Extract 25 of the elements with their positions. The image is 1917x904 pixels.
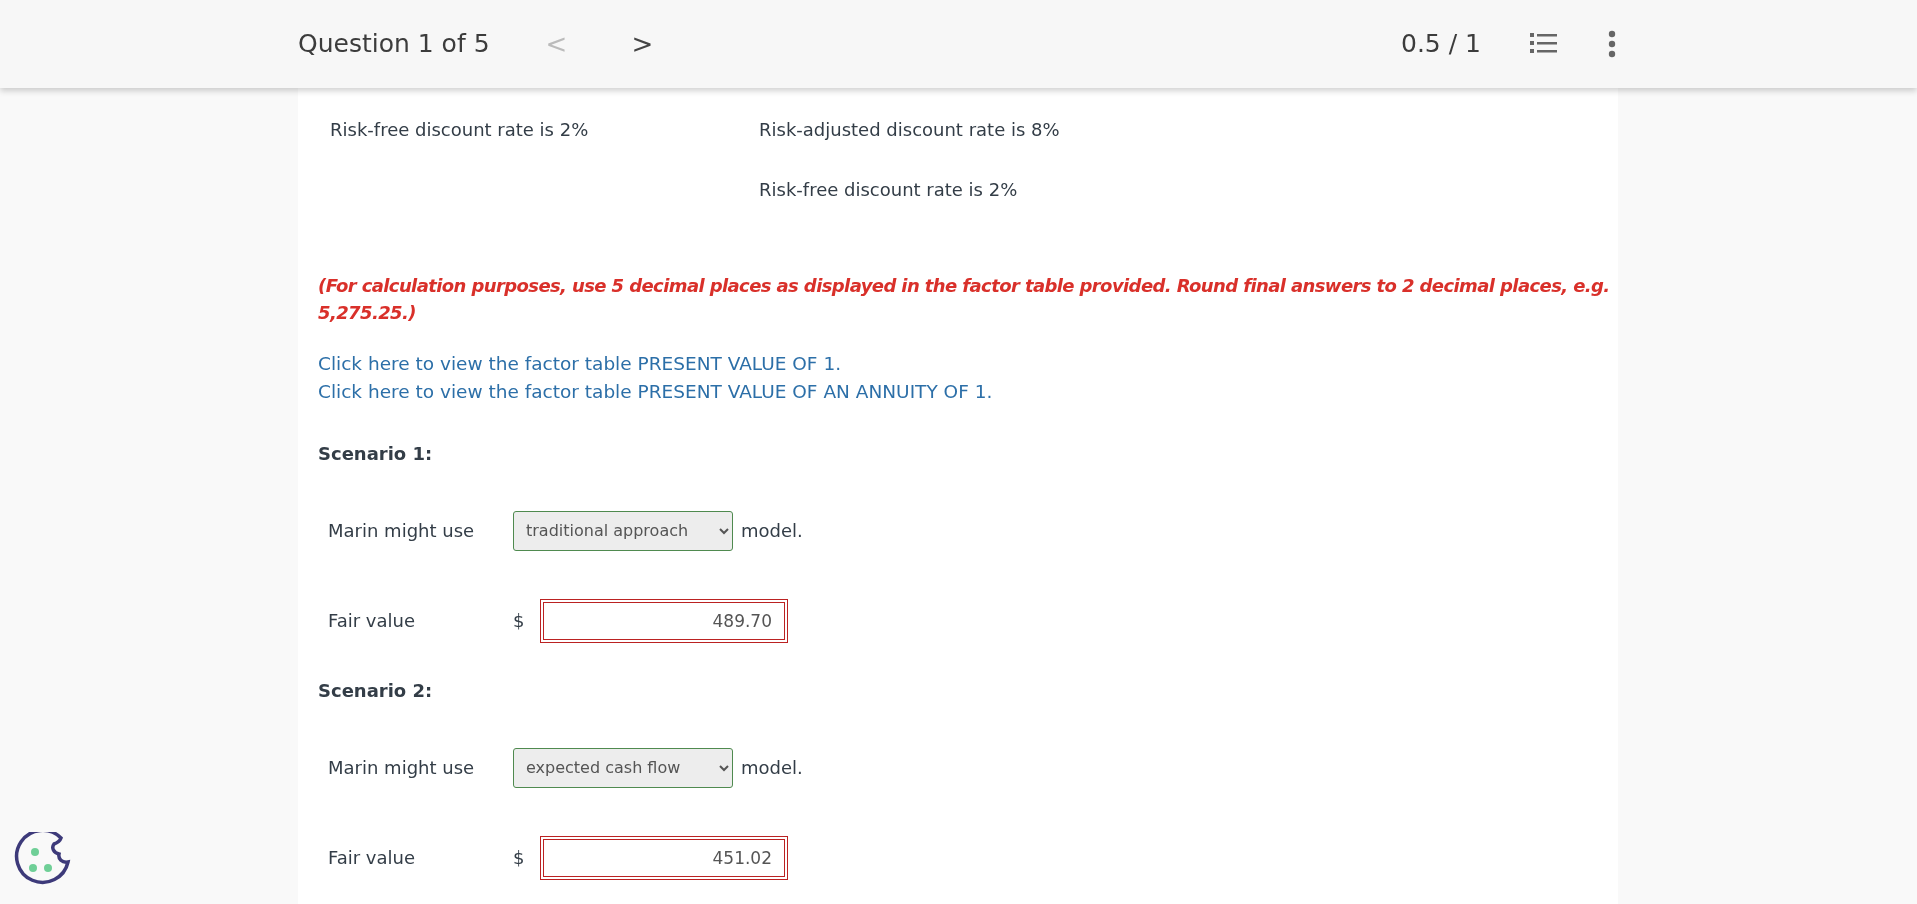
next-question-button[interactable]: > — [623, 31, 662, 57]
model-dropdown[interactable]: expected cash flow — [513, 747, 733, 788]
score-text: 0.5 / 1 — [1401, 28, 1481, 61]
field-label: Marin might use — [328, 756, 476, 780]
model-dropdown[interactable]: traditional approach — [513, 510, 733, 551]
factor-table-link[interactable]: Click here to view the factor table PRESENT VALUE OF AN ANNUITY OF 1. — [318, 377, 993, 406]
numbered-list-icon[interactable] — [1529, 32, 1559, 56]
currency-symbol: $ — [513, 846, 526, 870]
scenario-heading: Scenario 2: — [318, 678, 434, 703]
field-label: Fair value — [328, 609, 417, 633]
factor-table-link[interactable]: Click here to view the factor table PRESENT VALUE OF 1. — [318, 350, 842, 378]
instruction-note: (For calculation purposes, use 5 decimal places as displayed in the factor table provided. Round final answers to 2 decimal places, e.g. 5,275.25.) — [318, 274, 1611, 325]
fact-text: Risk-free discount rate is 2% — [330, 118, 590, 142]
fact-text: Risk-free discount rate is 2% — [759, 178, 1019, 202]
field-label: model. — [741, 519, 803, 543]
fair-value-field[interactable]: 451.02 — [540, 835, 788, 880]
fact-text: Risk-adjusted discount rate is 8% — [759, 118, 1061, 142]
currency-symbol: $ — [513, 609, 526, 633]
field-label: model. — [741, 756, 803, 780]
fair-value-field[interactable]: 489.70 — [540, 598, 788, 643]
field-label: Marin might use — [328, 519, 476, 543]
field-label: Fair value — [328, 846, 417, 870]
more-options-icon[interactable] — [1607, 30, 1617, 58]
scenario-heading: Scenario 1: — [318, 441, 434, 466]
question-counter: Question 1 of 5 — [298, 28, 490, 61]
